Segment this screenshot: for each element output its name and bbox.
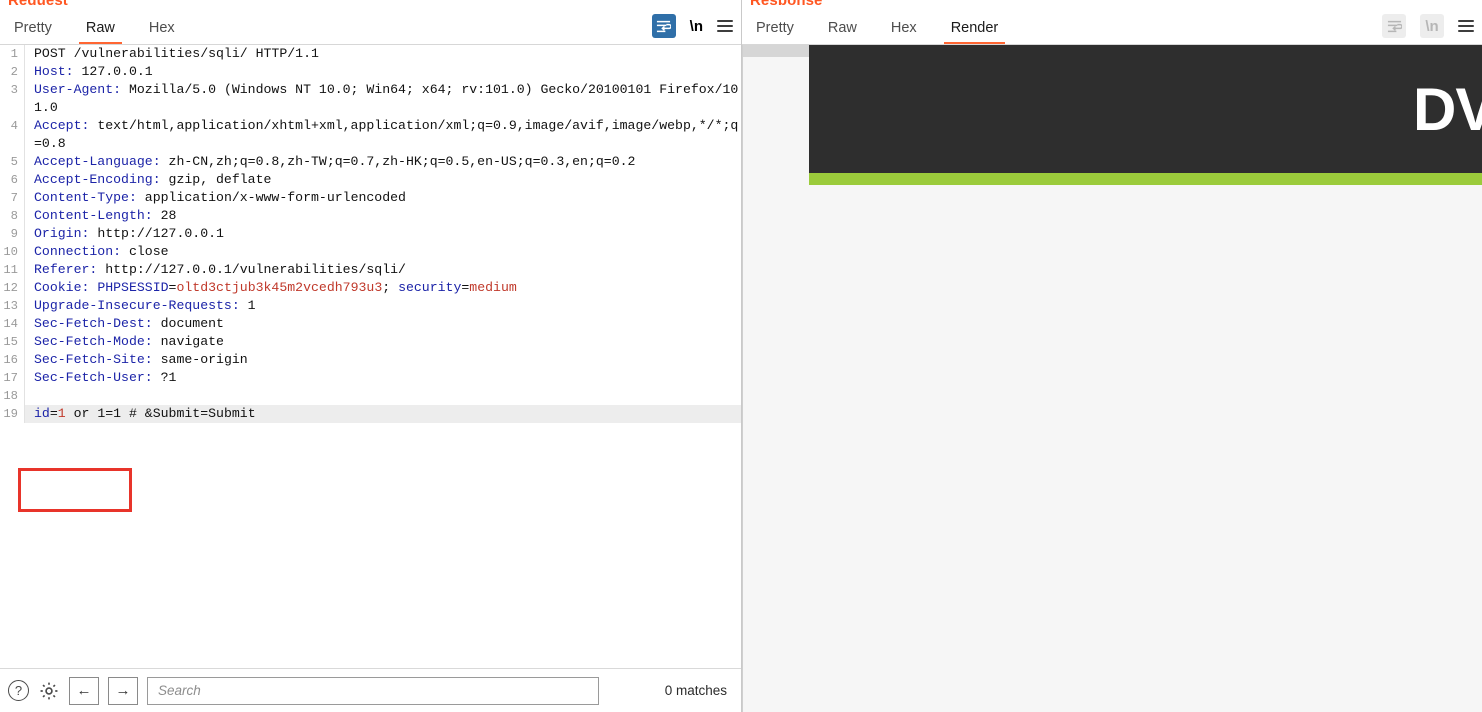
response-tabbar: Pretty Raw Hex Render \n <box>742 0 1482 45</box>
search-box[interactable] <box>147 676 599 705</box>
line-content: User-Agent: Mozilla/5.0 (Windows NT 10.0… <box>24 81 741 117</box>
search-input[interactable] <box>156 682 590 699</box>
line-content: Cookie: PHPSESSID=oltd3ctjub3k45m2vcedh7… <box>24 279 741 297</box>
tab-request-raw[interactable]: Raw <box>78 20 122 44</box>
code-line: 14 Sec-Fetch-Dest: document <box>0 315 741 333</box>
dvwa-banner: DVWA <box>809 45 1482 173</box>
line-content: Accept: text/html,application/xhtml+xml,… <box>24 117 741 153</box>
request-panel: Request Pretty Raw Hex \n <box>0 0 742 712</box>
tab-response-hex[interactable]: Hex <box>891 20 917 44</box>
dvwa-logo: DVWA <box>1413 76 1482 143</box>
code-line: 11 Referer: http://127.0.0.1/vulnerabilit… <box>0 261 741 279</box>
rendered-response[interactable]: DVWA Home Instructions Setup / Reset DB … <box>742 45 1482 712</box>
dvwa-page-body: Home Instructions Setup / Reset DB Brute… <box>743 185 1482 712</box>
render-scroll-gutter <box>743 45 809 57</box>
dvwa-green-bar <box>809 173 1482 185</box>
line-content: POST /vulnerabilities/sqli/ HTTP/1.1 <box>24 45 741 63</box>
line-number: 6 <box>10 173 18 187</box>
line-number: 15 <box>3 335 18 349</box>
code-line: 10 Connection: close <box>0 243 741 261</box>
line-content: Host: 127.0.0.1 <box>24 63 741 81</box>
code-line: 9 Origin: http://127.0.0.1 <box>0 225 741 243</box>
gear-icon[interactable] <box>38 680 60 702</box>
line-number: 16 <box>3 353 18 367</box>
line-number: 17 <box>3 371 18 385</box>
line-number: 4 <box>10 119 18 133</box>
request-bottom-toolbar: ? ← → 0 matches <box>0 668 741 712</box>
search-matches-count: 0 matches <box>664 683 727 698</box>
line-content: Referer: http://127.0.0.1/vulnerabilitie… <box>24 261 741 279</box>
line-number: 2 <box>10 65 18 79</box>
line-number: 9 <box>10 227 18 241</box>
request-tab-tools: \n <box>651 14 733 44</box>
line-content: Connection: close <box>24 243 741 261</box>
line-number: 3 <box>10 83 18 97</box>
help-icon[interactable]: ? <box>8 680 29 701</box>
menu-icon[interactable] <box>1458 20 1474 32</box>
tab-request-pretty[interactable]: Pretty <box>14 20 52 44</box>
newline-icon[interactable]: \n <box>1420 14 1444 38</box>
line-content: Sec-Fetch-Site: same-origin <box>24 351 741 369</box>
code-line-cookie: 12 Cookie: PHPSESSID=oltd3ctjub3k45m2vced… <box>0 279 741 297</box>
line-number: 5 <box>10 155 18 169</box>
payload-highlight-box <box>18 468 132 512</box>
line-content: Accept-Language: zh-CN,zh;q=0.8,zh-TW;q=… <box>24 153 741 171</box>
line-content: Upgrade-Insecure-Requests: 1 <box>24 297 741 315</box>
code-line: 8 Content-Length: 28 <box>0 207 741 225</box>
tab-response-pretty[interactable]: Pretty <box>756 20 794 44</box>
tab-response-render[interactable]: Render <box>943 20 1005 44</box>
search-next-button[interactable]: → <box>108 676 138 705</box>
code-line: 7 Content-Type: application/x-www-form-ur… <box>0 189 741 207</box>
response-panel: Response Pretty Raw Hex Render \n <box>742 0 1482 712</box>
line-number: 11 <box>3 263 18 277</box>
word-wrap-icon[interactable] <box>1382 14 1406 38</box>
code-line: 1 POST /vulnerabilities/sqli/ HTTP/1.1 <box>0 45 741 63</box>
code-line: 18 <box>0 387 741 405</box>
line-content: Sec-Fetch-Mode: navigate <box>24 333 741 351</box>
line-number: 1 <box>10 47 18 61</box>
line-number: 14 <box>3 317 18 331</box>
line-content: Accept-Encoding: gzip, deflate <box>24 171 741 189</box>
newline-icon[interactable]: \n <box>690 19 703 34</box>
line-number: 10 <box>3 245 18 259</box>
request-body-content[interactable]: id=1 or 1=1 # &Submit=Submit <box>24 405 741 423</box>
line-number: 12 <box>3 281 18 295</box>
line-number: 19 <box>0 405 24 423</box>
response-tab-tools: \n <box>1382 14 1474 44</box>
line-content: Sec-Fetch-Dest: document <box>24 315 741 333</box>
code-line: 3 User-Agent: Mozilla/5.0 (Windows NT 10.… <box>0 81 741 117</box>
menu-icon[interactable] <box>717 20 733 32</box>
code-line: 13 Upgrade-Insecure-Requests: 1 <box>0 297 741 315</box>
word-wrap-icon[interactable] <box>651 14 676 38</box>
line-number: 13 <box>3 299 18 313</box>
line-content: Content-Length: 28 <box>24 207 741 225</box>
request-body-line: 19 id=1 or 1=1 # &Submit=Submit <box>0 405 741 423</box>
line-content: Content-Type: application/x-www-form-url… <box>24 189 741 207</box>
search-prev-button[interactable]: ← <box>69 676 99 705</box>
tab-request-hex[interactable]: Hex <box>149 20 175 44</box>
code-line: 5 Accept-Language: zh-CN,zh;q=0.8,zh-TW;q… <box>0 153 741 171</box>
line-number: 18 <box>3 389 18 403</box>
line-content: Sec-Fetch-User: ?1 <box>24 369 741 387</box>
line-content: Origin: http://127.0.0.1 <box>24 225 741 243</box>
code-line: 2 Host: 127.0.0.1 <box>0 63 741 81</box>
code-line: 15 Sec-Fetch-Mode: navigate <box>0 333 741 351</box>
code-line: 17 Sec-Fetch-User: ?1 <box>0 369 741 387</box>
code-line: 6 Accept-Encoding: gzip, deflate <box>0 171 741 189</box>
line-number: 7 <box>10 191 18 205</box>
line-content <box>24 387 741 405</box>
line-number: 8 <box>10 209 18 223</box>
request-editor[interactable]: 1 POST /vulnerabilities/sqli/ HTTP/1.1 2H… <box>0 45 741 673</box>
code-line: 4 Accept: text/html,application/xhtml+xml… <box>0 117 741 153</box>
tab-response-raw[interactable]: Raw <box>828 20 857 44</box>
code-line: 16 Sec-Fetch-Site: same-origin <box>0 351 741 369</box>
request-tabbar: Pretty Raw Hex \n <box>0 0 741 45</box>
